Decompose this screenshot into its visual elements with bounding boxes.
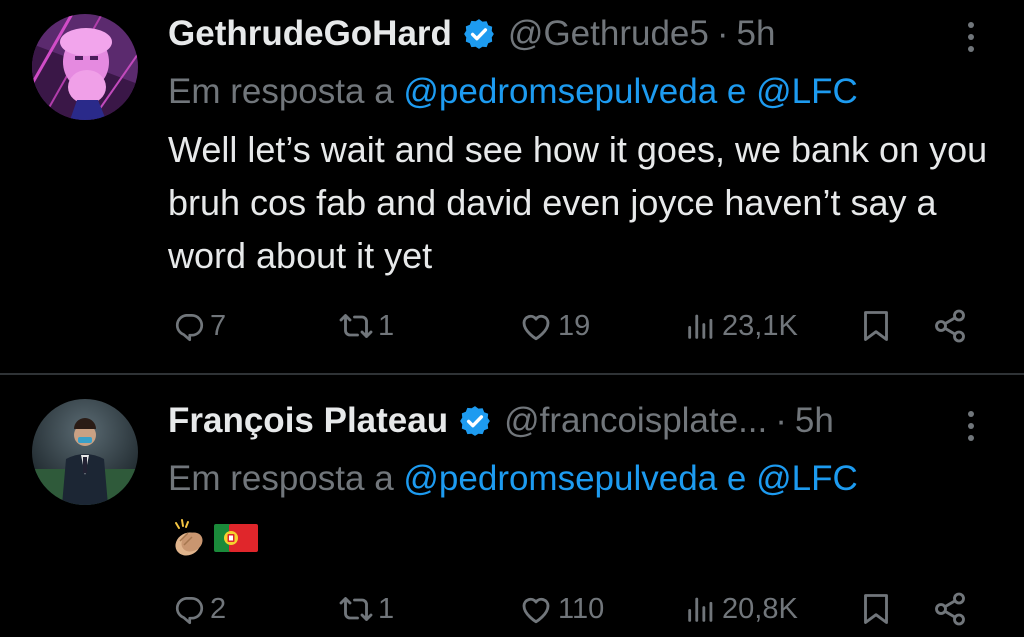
user-handle[interactable]: @Gethrude5 [508,14,709,54]
retweet-icon [338,308,374,344]
portugal-flag-emoji [214,524,258,552]
tweet[interactable]: GethrudeGoHard @Gethrude5 · 5h Em respos… [0,0,1024,374]
more-options-icon[interactable] [968,411,976,441]
retweet-button[interactable]: 1 [338,306,394,346]
views-icon [684,592,718,626]
timestamp[interactable]: 5h [795,401,834,441]
views-count: 23,1K [722,309,798,342]
more-options-icon[interactable] [968,22,976,52]
views-icon [684,309,718,343]
clapping-hands-emoji [175,519,203,556]
display-name[interactable]: GethrudeGoHard [168,14,452,54]
verified-badge-icon [458,404,492,438]
retweet-icon [338,591,374,627]
tweet-text: Well let’s wait and see how it goes, we … [168,129,988,276]
share-icon [932,591,968,627]
display-name[interactable]: François Plateau [168,401,448,441]
tweet-text [168,517,258,559]
reply-count: 2 [210,592,227,625]
verified-badge-icon [462,17,496,51]
share-button[interactable] [932,306,968,346]
reply-and: e [726,459,747,498]
bookmark-button[interactable] [858,306,894,346]
timestamp[interactable]: 5h [737,14,776,54]
reply-prefix: Em resposta a [168,459,394,498]
share-icon [932,308,968,344]
views-button[interactable]: 23,1K [684,306,798,346]
reply-icon [172,309,206,343]
reply-button[interactable]: 7 [172,306,226,346]
separator: · [716,14,729,53]
retweet-button[interactable]: 1 [338,589,394,629]
bookmark-icon [858,308,894,344]
bookmark-button[interactable] [858,589,894,629]
reply-and: e [726,72,747,111]
reply-icon [172,592,206,626]
like-icon [518,308,554,344]
reply-context: Em resposta a @pedromsepulveda e @LFC [168,72,858,112]
reply-count: 7 [210,309,227,342]
tweet[interactable]: François Plateau @francoisplate... · 5h … [0,375,1024,637]
tweet-header: GethrudeGoHard @Gethrude5 · 5h [168,14,775,54]
bookmark-icon [858,591,894,627]
avatar[interactable] [32,399,138,505]
separator: · [775,401,787,440]
share-button[interactable] [932,589,968,629]
reply-button[interactable]: 2 [172,589,226,629]
reply-prefix: Em resposta a [168,72,394,111]
retweet-count: 1 [378,592,395,625]
avatar[interactable] [32,14,138,120]
like-count: 19 [558,309,591,342]
like-icon [518,591,554,627]
like-button[interactable]: 110 [518,589,604,629]
mention-link[interactable]: @pedromsepulveda [403,72,717,111]
tweet-header: François Plateau @francoisplate... · 5h [168,401,834,441]
like-count: 110 [558,592,605,625]
views-count: 20,8K [722,592,798,625]
mention-link[interactable]: @pedromsepulveda [403,459,717,498]
mention-link[interactable]: @LFC [756,459,858,498]
reply-context: Em resposta a @pedromsepulveda e @LFC [168,459,858,499]
like-button[interactable]: 19 [518,306,590,346]
action-bar: 2 1 110 20,8K [168,589,978,629]
action-bar: 7 1 19 23,1K [168,306,978,346]
views-button[interactable]: 20,8K [684,589,798,629]
user-handle[interactable]: @francoisplate... [504,401,767,441]
retweet-count: 1 [378,309,395,342]
mention-link[interactable]: @LFC [756,72,858,111]
